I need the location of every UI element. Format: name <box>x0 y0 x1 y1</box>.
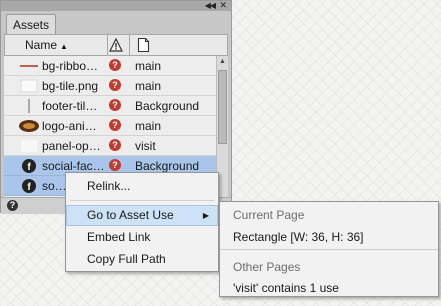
logo-thumbnail <box>19 120 39 132</box>
line-thumbnail <box>28 99 30 113</box>
panel-title-strip[interactable]: ◀◀ ✕ <box>1 0 231 11</box>
asset-page: main <box>135 79 162 93</box>
ribbon-thumbnail <box>20 65 38 67</box>
column-divider <box>129 35 130 55</box>
menu-item-copy-full-path[interactable]: Copy Full Path <box>66 249 218 270</box>
context-menu: Relink... Go to Asset Use ▶ Embed Link Co… <box>65 172 219 272</box>
blank-thumbnail <box>21 140 37 152</box>
column-name-label: Name <box>25 38 58 52</box>
submenu-arrow-icon: ▶ <box>202 211 209 220</box>
asset-row[interactable]: logo-ani… ? main <box>4 116 216 136</box>
menu-item-label: Relink... <box>87 179 131 193</box>
facebook-thumbnail: f <box>22 159 36 173</box>
menu-item-label: Embed Link <box>87 230 151 244</box>
submenu-header-other-pages: Other Pages <box>233 260 301 274</box>
asset-name: logo-ani… <box>42 119 97 133</box>
collapse-icon[interactable]: ◀◀ <box>205 0 216 11</box>
scroll-thumb[interactable] <box>218 70 227 144</box>
asset-page: Background <box>135 99 200 113</box>
missing-link-icon[interactable]: ? <box>109 139 121 151</box>
asset-row[interactable]: panel-op… ? visit <box>4 136 216 156</box>
menu-item-label: Go to Asset Use <box>87 208 174 222</box>
asset-name: panel-op… <box>42 139 101 153</box>
menu-separator <box>70 200 214 201</box>
menu-item-label: Copy Full Path <box>87 252 166 266</box>
tile-thumbnail <box>20 79 38 93</box>
missing-link-icon[interactable]: ? <box>109 79 121 91</box>
tab-assets[interactable]: Assets <box>6 14 57 35</box>
missing-link-icon[interactable]: ? <box>109 119 121 131</box>
asset-name: footer-til… <box>42 99 98 113</box>
column-name-header[interactable]: Name ▲ <box>25 35 108 55</box>
sort-ascending-icon: ▲ <box>60 42 68 51</box>
asset-name: bg-tile.png <box>42 79 99 93</box>
missing-link-icon[interactable]: ? <box>109 59 121 71</box>
help-icon[interactable]: ? <box>7 200 18 211</box>
asset-page: main <box>135 119 162 133</box>
panel-close-icon[interactable]: ✕ <box>219 0 227 11</box>
facebook-thumbnail: f <box>22 179 36 193</box>
asset-page: visit <box>135 139 156 153</box>
missing-link-icon[interactable]: ? <box>109 99 121 111</box>
asset-row[interactable]: footer-til… ? Background <box>4 96 216 116</box>
submenu-item-rectangle[interactable]: Rectangle [W: 36, H: 36] <box>233 230 364 244</box>
submenu-item-visit-uses[interactable]: 'visit' contains 1 use <box>233 281 339 295</box>
submenu-separator <box>220 249 438 250</box>
scroll-up-arrow-icon[interactable]: ▲ <box>217 56 228 68</box>
page-icon[interactable] <box>137 37 150 53</box>
menu-item-relink[interactable]: Relink... <box>66 176 218 197</box>
submenu-header-current-page: Current Page <box>233 208 305 222</box>
menu-item-go-to-asset-use[interactable]: Go to Asset Use ▶ <box>66 205 218 226</box>
column-header: Name ▲ <box>4 34 228 56</box>
warning-triangle-icon[interactable] <box>109 37 123 53</box>
asset-row[interactable]: bg-ribbo… ? main <box>4 56 216 76</box>
asset-use-submenu: Current Page Rectangle [W: 36, H: 36] Ot… <box>219 201 439 297</box>
menu-item-embed-link[interactable]: Embed Link <box>66 227 218 248</box>
asset-page: main <box>135 59 162 73</box>
asset-name: bg-ribbo… <box>42 59 99 73</box>
missing-link-icon[interactable]: ? <box>109 159 121 171</box>
asset-name: so… <box>42 179 67 193</box>
asset-row[interactable]: bg-tile.png ? main <box>4 76 216 96</box>
